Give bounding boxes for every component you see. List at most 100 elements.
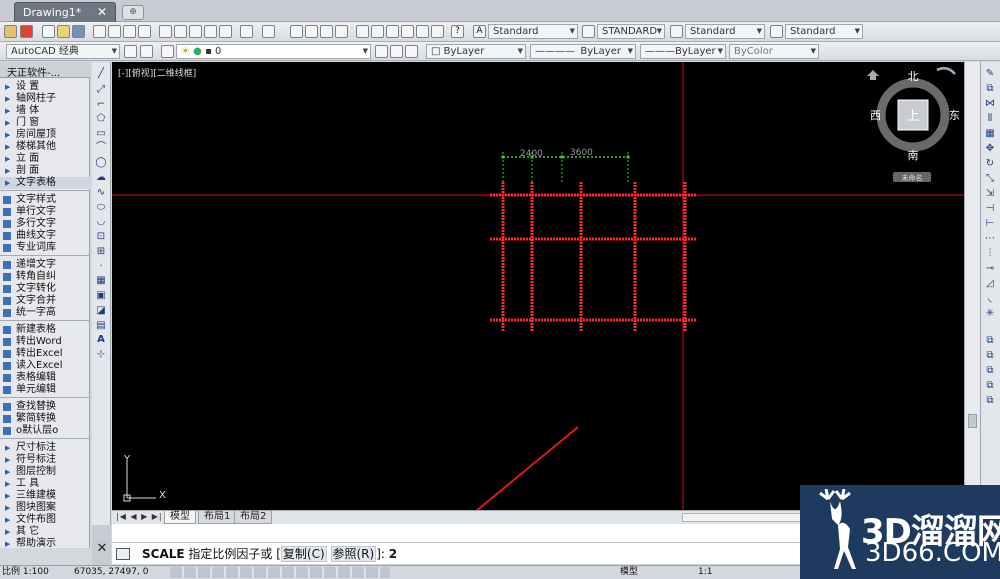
plot-icon[interactable] [123, 25, 136, 38]
publish-icon[interactable] [138, 25, 151, 38]
palette-item[interactable]: ▶ 轴网柱子 [0, 93, 90, 105]
tab-layout1[interactable]: 布局1 [198, 511, 237, 524]
stretch-icon[interactable]: ⇲ [984, 188, 996, 200]
document-tab[interactable]: Drawing1* ✕ [14, 2, 116, 22]
pan-icon[interactable] [290, 25, 303, 38]
revcloud-icon[interactable]: ☁ [95, 172, 107, 184]
send-back-icon[interactable]: ⧉ [984, 365, 996, 377]
design-center-icon[interactable] [371, 25, 384, 38]
open-file-icon[interactable] [57, 25, 70, 38]
rotate-icon[interactable]: ↻ [984, 158, 996, 170]
fillet-icon[interactable]: ◟ [984, 293, 996, 305]
palette-item[interactable]: 曲线文字 [0, 230, 90, 242]
undo-icon[interactable] [240, 25, 253, 38]
layer-state-icon[interactable] [405, 45, 418, 58]
palette-item[interactable]: 单元编辑 [0, 384, 90, 396]
scroll-thumb[interactable] [968, 414, 977, 428]
palette-item[interactable]: o默认层o [0, 425, 90, 437]
palette-item[interactable]: 转角自纠 [0, 271, 90, 283]
palette-item[interactable]: ▶ 设 置 [0, 81, 90, 93]
drafting-toggles[interactable] [170, 567, 390, 578]
palette-item[interactable]: ▶ 其 它 [0, 526, 90, 538]
point-icon[interactable]: · [95, 261, 107, 273]
palette-item[interactable]: 多行文字 [0, 218, 90, 230]
polyline-icon[interactable]: ⌐ [95, 99, 107, 111]
draw-order-icon[interactable]: ⧉ [984, 335, 996, 347]
hatch-icon[interactable]: ▦ [95, 275, 107, 287]
palette-item[interactable]: 繁简转换 [0, 413, 90, 425]
palette-item[interactable]: 转出Excel [0, 348, 90, 360]
workspace-settings-icon[interactable] [124, 45, 137, 58]
customize-icon[interactable] [140, 45, 153, 58]
redo-icon[interactable] [262, 25, 275, 38]
palette-item[interactable]: ▶ 房间屋顶 [0, 129, 90, 141]
break-at-point-icon[interactable]: ⋯ [984, 233, 996, 245]
palette-item[interactable]: 表格编辑 [0, 372, 90, 384]
zoom-previous-icon[interactable] [335, 25, 348, 38]
palette-item[interactable]: 递增文字 [0, 259, 90, 271]
palette-item[interactable]: ▶ 剖 面 [0, 165, 90, 177]
text-style-select[interactable]: Standard ▼ [488, 24, 578, 39]
circle-icon[interactable]: ◯ [95, 157, 107, 169]
chamfer-icon[interactable]: ◿ [984, 278, 996, 290]
palette-item[interactable]: ▶ 墙 体 [0, 105, 90, 117]
palette-item[interactable]: ▶ 帮助演示 [0, 538, 90, 550]
text-style-icon[interactable]: A [473, 25, 486, 38]
tangent-icon[interactable] [20, 25, 33, 38]
copy-object-icon[interactable]: ⧉ [984, 83, 996, 95]
palette-item[interactable]: ▶ 文字表格 [0, 177, 90, 189]
calculator-icon[interactable] [431, 25, 444, 38]
make-current-icon[interactable] [375, 45, 388, 58]
zoom-realtime-icon[interactable] [305, 25, 318, 38]
region-icon[interactable]: ◪ [95, 305, 107, 317]
extend-icon[interactable]: ⊢ [984, 218, 996, 230]
trim-icon[interactable]: ⊣ [984, 203, 996, 215]
option-copy[interactable]: 复制(C) [280, 546, 327, 562]
dim-style-select[interactable]: STANDARD ▼ [597, 24, 665, 39]
paste-icon[interactable] [189, 25, 202, 38]
app-menu-icon[interactable] [4, 25, 17, 38]
palette-item[interactable]: ▶ 符号标注 [0, 454, 90, 466]
help-icon[interactable]: ? [451, 25, 464, 38]
linetype-select[interactable]: ———— ByLayer ▼ [530, 44, 636, 59]
break-icon[interactable]: ⫶ [984, 248, 996, 260]
palette-item[interactable]: ▶ 楼梯其他 [0, 141, 90, 153]
cut-icon[interactable] [159, 25, 172, 38]
sheet-set-icon[interactable] [401, 25, 414, 38]
block-editor-icon[interactable] [219, 25, 232, 38]
mleader-style-select[interactable]: Standard ▼ [785, 24, 863, 39]
tab-layout2[interactable]: 布局2 [234, 511, 273, 524]
tab-nav-arrows[interactable]: |◀ ◀ ▶ ▶| [116, 512, 163, 521]
palette-item[interactable]: ▶ 三维建模 [0, 490, 90, 502]
option-reference[interactable]: 参照(R) [330, 546, 377, 562]
insert-block-icon[interactable]: ⊡ [95, 231, 107, 243]
close-command-icon[interactable]: ✕ [94, 541, 110, 557]
ellipse-arc-icon[interactable]: ◡ [95, 216, 107, 228]
erase-icon[interactable]: ✎ [984, 68, 996, 80]
annotation-scale[interactable]: 1:1 [698, 566, 712, 579]
palette-item[interactable]: 单行文字 [0, 206, 90, 218]
model-space-toggle[interactable]: 模型 [620, 566, 638, 579]
palette-item[interactable]: 转出Word [0, 336, 90, 348]
match-properties-icon[interactable] [204, 25, 217, 38]
array-icon[interactable]: ▦ [984, 128, 996, 140]
palette-item[interactable]: ▶ 尺寸标注 [0, 442, 90, 454]
join-icon[interactable]: ⊸ [984, 263, 996, 275]
preview-icon[interactable] [108, 25, 121, 38]
lineweight-select[interactable]: ——— ByLayer ▼ [640, 44, 726, 59]
ellipse-icon[interactable]: ⬭ [95, 202, 107, 214]
construction-line-icon[interactable]: ⤢ [95, 84, 107, 96]
send-under-icon[interactable]: ⧉ [984, 395, 996, 407]
rectangle-icon[interactable]: ▭ [95, 128, 107, 140]
layer-previous-icon[interactable] [390, 45, 403, 58]
new-tab-button[interactable]: ⊕ [122, 5, 144, 20]
palette-item[interactable]: ▶ 文件布图 [0, 514, 90, 526]
new-file-icon[interactable] [42, 25, 55, 38]
print-icon[interactable] [93, 25, 106, 38]
copy-icon[interactable] [174, 25, 187, 38]
mirror-icon[interactable]: ⋈ [984, 98, 996, 110]
close-tab-icon[interactable]: ✕ [97, 5, 107, 19]
scale-icon[interactable]: ⤡ [984, 173, 996, 185]
drawing-viewport[interactable]: [-][俯视][二维线框] 2400 3600 Y X 上北南东西未命名 [112, 62, 964, 510]
layer-select[interactable]: ☀ ● ▪ 0 ▼ [176, 44, 371, 59]
